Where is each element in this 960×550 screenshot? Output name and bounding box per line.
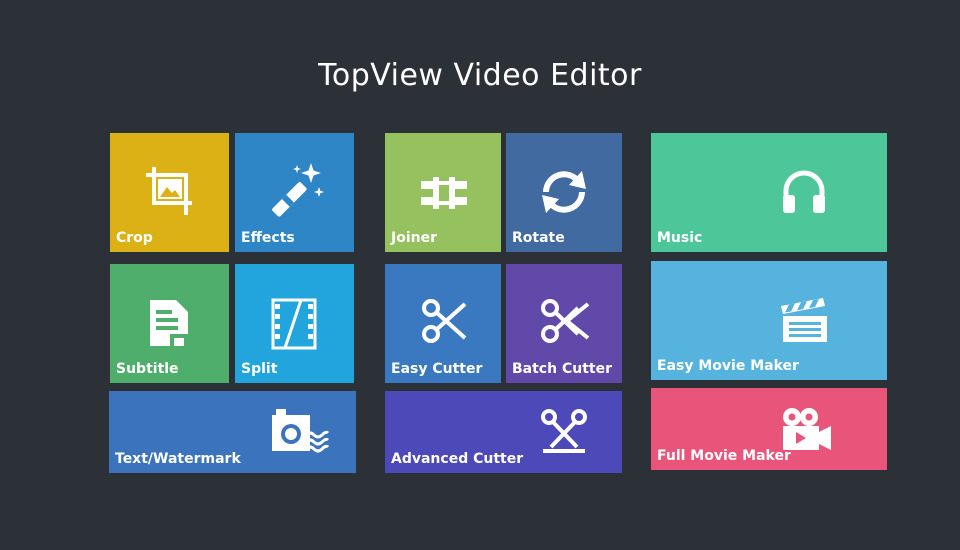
easy-cutter-label: Easy Cutter (391, 361, 483, 377)
text-watermark-tile[interactable]: Text/Watermark (109, 391, 356, 473)
movie-camera-icon (783, 408, 831, 450)
text-watermark-label: Text/Watermark (115, 451, 241, 467)
joiner-icon (421, 177, 467, 209)
joiner-tile[interactable]: Joiner (385, 133, 501, 252)
easy-cutter-tile[interactable]: Easy Cutter (385, 264, 501, 383)
scissors-icon (422, 299, 467, 343)
effects-tile[interactable]: Effects (235, 133, 354, 252)
full-movie-maker-tile[interactable]: Full Movie Maker (651, 388, 887, 470)
advanced-cutter-tile[interactable]: Advanced Cutter (385, 391, 622, 473)
advanced-cutter-label: Advanced Cutter (391, 451, 524, 467)
app-title: TopView Video Editor (318, 58, 642, 93)
subtitle-tile[interactable]: Subtitle (110, 264, 229, 383)
batch-scissors-icon (541, 299, 590, 343)
magic-wand-icon (272, 163, 324, 217)
crop-tile[interactable]: Crop (110, 133, 229, 252)
watermark-icon (272, 409, 330, 453)
joiner-label: Joiner (391, 230, 437, 246)
music-label: Music (657, 230, 703, 246)
easy-movie-maker-tile[interactable]: Easy Movie Maker (651, 261, 887, 380)
batch-cutter-tile[interactable]: Batch Cutter (506, 264, 622, 383)
batch-cutter-label: Batch Cutter (512, 361, 612, 377)
easy-movie-maker-label: Easy Movie Maker (657, 358, 799, 374)
subtitle-label: Subtitle (116, 361, 179, 377)
clapperboard-icon (781, 298, 827, 342)
advanced-scissors-icon (541, 409, 587, 453)
split-tile[interactable]: Split (235, 264, 354, 383)
headphones-icon (783, 170, 825, 213)
music-tile[interactable]: Music (651, 133, 887, 252)
rotate-tile[interactable]: Rotate (506, 133, 622, 252)
subtitle-icon (150, 300, 188, 346)
effects-label: Effects (241, 230, 295, 246)
crop-icon (146, 167, 192, 215)
crop-label: Crop (116, 230, 153, 246)
film-split-icon (271, 298, 317, 350)
rotate-label: Rotate (512, 230, 565, 246)
split-label: Split (241, 361, 278, 377)
rotate-icon (542, 171, 586, 213)
full-movie-maker-label: Full Movie Maker (657, 448, 791, 464)
